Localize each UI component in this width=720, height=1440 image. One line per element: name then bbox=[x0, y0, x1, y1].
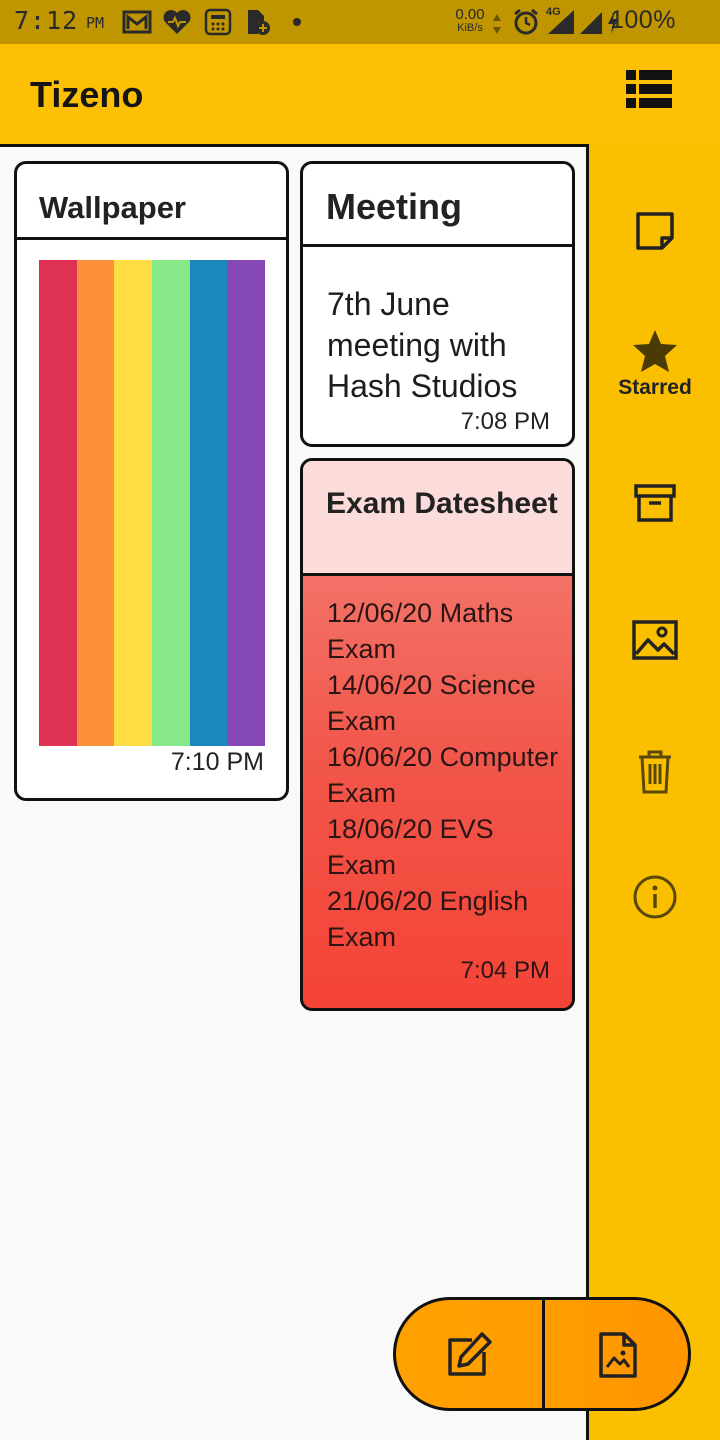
rail-item-label: Starred bbox=[618, 376, 692, 399]
note-time: 7:10 PM bbox=[170, 748, 264, 776]
note-time: 7:04 PM bbox=[460, 957, 550, 984]
note-title: Exam Datesheet bbox=[303, 461, 572, 576]
status-ampm: PM bbox=[86, 14, 105, 32]
note-card-meeting[interactable]: Meeting 7th June meeting with Hash Studi… bbox=[300, 161, 575, 447]
note-body: 7th June meeting with Hash Studios bbox=[327, 286, 518, 404]
up-down-arrows-icon bbox=[492, 10, 502, 38]
rail-item-trash[interactable] bbox=[600, 750, 710, 794]
edit-note-icon bbox=[448, 1332, 492, 1376]
image-stripe bbox=[152, 260, 190, 746]
list-view-toggle-button[interactable] bbox=[626, 70, 684, 116]
calculator-icon bbox=[204, 8, 232, 36]
image-stripe bbox=[114, 260, 153, 746]
network-speed-unit: KiB/s bbox=[457, 22, 483, 34]
info-icon bbox=[633, 875, 677, 919]
image-stripe bbox=[76, 260, 115, 746]
status-bar: 7:12 PM 0.00 KiB/s 4G 100% bbox=[0, 0, 720, 44]
fab-group bbox=[393, 1297, 691, 1411]
health-icon bbox=[162, 8, 192, 36]
signal-icon bbox=[578, 8, 604, 36]
signal-icon bbox=[546, 8, 576, 36]
star-icon bbox=[633, 330, 677, 372]
app-title: Tizeno bbox=[30, 74, 144, 115]
alarm-icon bbox=[512, 8, 540, 36]
note-card-exam-datesheet[interactable]: Exam Datesheet 12/06/20 Maths Exam 14/06… bbox=[300, 458, 575, 1011]
note-card-wallpaper[interactable]: Wallpaper 7:10 PM bbox=[14, 161, 289, 801]
rail-item-starred[interactable]: Starred bbox=[600, 328, 710, 400]
image-stripe bbox=[227, 260, 266, 746]
note-icon bbox=[636, 212, 674, 250]
note-title: Meeting bbox=[303, 164, 572, 247]
status-time: 7:12 bbox=[14, 6, 79, 35]
note-title: Wallpaper bbox=[17, 164, 286, 240]
image-stripe bbox=[39, 260, 77, 746]
new-note-button[interactable] bbox=[396, 1300, 542, 1408]
battery-level: 100% bbox=[610, 6, 676, 34]
rail-item-archive[interactable] bbox=[600, 482, 710, 524]
rail-item-images[interactable] bbox=[600, 620, 710, 660]
trash-icon bbox=[639, 750, 671, 794]
rail-item-notes[interactable] bbox=[600, 210, 710, 252]
gmail-icon bbox=[122, 8, 152, 36]
dot-icon bbox=[292, 8, 302, 36]
note-body: 12/06/20 Maths Exam 14/06/20 Science Exa… bbox=[327, 598, 559, 952]
network-speed: 0.00 KiB/s bbox=[448, 6, 492, 34]
note-image bbox=[39, 260, 266, 746]
list-view-icon bbox=[626, 70, 672, 108]
network-speed-value: 0.00 bbox=[455, 6, 485, 23]
image-note-icon bbox=[599, 1332, 637, 1378]
image-stripe bbox=[189, 260, 228, 746]
archive-icon bbox=[634, 484, 676, 522]
notes-grid: Wallpaper 7:10 PM Meeting 7th June meeti… bbox=[0, 144, 589, 1440]
rail-item-info[interactable] bbox=[600, 874, 710, 920]
app-bar: Tizeno bbox=[0, 44, 720, 144]
new-image-note-button[interactable] bbox=[545, 1300, 688, 1408]
image-icon bbox=[632, 620, 678, 660]
note-time: 7:08 PM bbox=[460, 408, 550, 435]
file-add-icon bbox=[244, 8, 272, 36]
